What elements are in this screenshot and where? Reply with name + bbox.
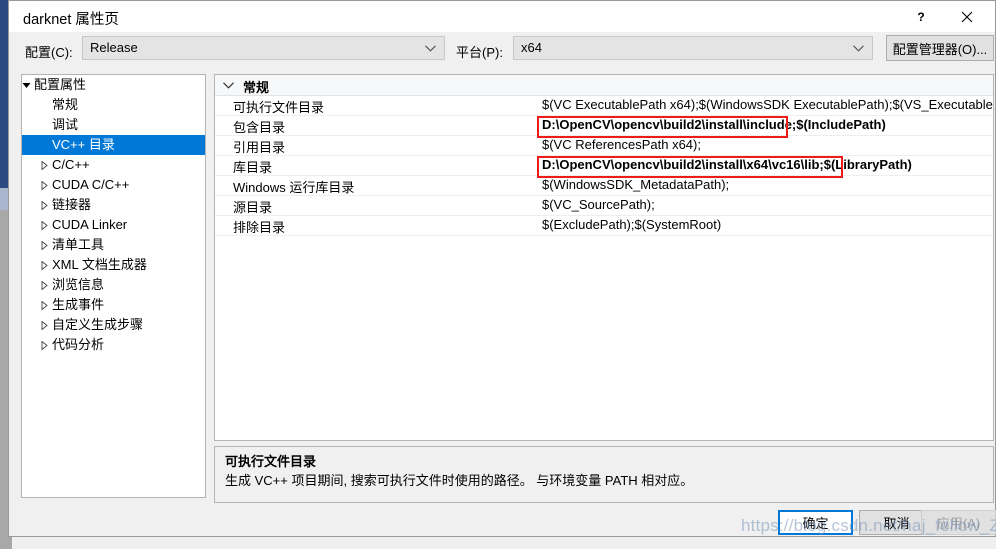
configuration-label: 配置(C): <box>25 45 73 60</box>
svg-text:?: ? <box>917 10 924 24</box>
platform-dropdown[interactable]: x64 <box>513 36 873 60</box>
grid-row[interactable]: 包含目录 D:\OpenCV\opencv\build2\install\incl… <box>215 116 993 136</box>
chevron-down-icon <box>425 45 436 52</box>
grid-row-value[interactable]: $(ExcludePath);$(SystemRoot) <box>542 217 721 232</box>
tree-expander-collapsed-icon[interactable] <box>40 341 49 350</box>
grid-row[interactable]: 引用目录 $(VC ReferencesPath x64); <box>215 136 993 156</box>
title-bar: darknet 属性页 ? <box>9 1 995 32</box>
tree-expander-collapsed-icon[interactable] <box>40 181 49 190</box>
window-title: darknet 属性页 <box>23 12 119 28</box>
grid-row-name: Windows 运行库目录 <box>233 180 355 195</box>
tree-expander-collapsed-icon[interactable] <box>40 281 49 290</box>
grid-row[interactable]: 源目录 $(VC_SourcePath); <box>215 196 993 216</box>
tree-item-9[interactable]: XML 文档生成器 <box>22 255 205 275</box>
grid-section-title: 常规 <box>243 80 270 95</box>
ok-button[interactable]: 确定 <box>778 510 853 535</box>
tree-item-4[interactable]: C/C++ <box>22 155 205 175</box>
tree-item-0[interactable]: 配置属性 <box>22 75 205 95</box>
tree-item-label: 代码分析 <box>52 337 105 352</box>
grid-section-header[interactable]: 常规 <box>215 75 993 96</box>
description-panel: 可执行文件目录 生成 VC++ 项目期间, 搜索可执行文件时使用的路径。 与环境… <box>214 446 994 503</box>
tree-expander-collapsed-icon[interactable] <box>40 161 49 170</box>
tree-item-label: 清单工具 <box>52 237 105 252</box>
question-mark-icon: ? <box>917 10 924 24</box>
grid-row-name: 排除目录 <box>233 220 286 235</box>
grid-row[interactable]: 库目录 D:\OpenCV\opencv\build2\install\x64\v… <box>215 156 993 176</box>
platform-value: x64 <box>521 40 542 55</box>
description-text: 生成 VC++ 项目期间, 搜索可执行文件时使用的路径。 与环境变量 PATH … <box>225 473 694 488</box>
tree-item-6[interactable]: 链接器 <box>22 195 205 215</box>
tree-item-label: XML 文档生成器 <box>52 257 147 272</box>
tree-item-label: C/C++ <box>52 157 90 172</box>
chevron-down-icon <box>223 82 234 89</box>
help-button[interactable]: ? <box>899 1 943 32</box>
tree-expander-collapsed-icon[interactable] <box>40 241 49 250</box>
grid-row-name: 包含目录 <box>233 120 286 135</box>
settings-tree[interactable]: 配置属性常规调试 VC++ 目录 C/C++ CUDA C/C++ 链接器 CUDA Li… <box>21 74 206 498</box>
tree-item-13[interactable]: 代码分析 <box>22 335 205 355</box>
grid-row-name: 库目录 <box>233 160 273 175</box>
tree-expander-collapsed-icon[interactable] <box>40 321 49 330</box>
tree-item-1[interactable]: 常规 <box>22 95 205 115</box>
tree-expander-collapsed-icon[interactable] <box>40 261 49 270</box>
tree-expander-expanded-icon[interactable] <box>22 81 31 90</box>
tree-expander-collapsed-icon[interactable] <box>40 301 49 310</box>
grid-row-value[interactable]: $(VC ExecutablePath x64);$(WindowsSDK Ex… <box>542 97 993 112</box>
tree-item-11[interactable]: 生成事件 <box>22 295 205 315</box>
tree-item-5[interactable]: CUDA C/C++ <box>22 175 205 195</box>
tree-item-label: 链接器 <box>52 197 92 212</box>
grid-row-name: 可执行文件目录 <box>233 100 325 115</box>
tree-item-label: 生成事件 <box>52 297 105 312</box>
tree-item-2[interactable]: 调试 <box>22 115 205 135</box>
grid-row-value[interactable]: $(WindowsSDK_MetadataPath); <box>542 177 729 192</box>
grid-row-value[interactable]: D:\OpenCV\opencv\build2\install\include;… <box>542 117 886 132</box>
grid-row-name: 引用目录 <box>233 140 286 155</box>
tree-item-10[interactable]: 浏览信息 <box>22 275 205 295</box>
grid-row-value[interactable]: D:\OpenCV\opencv\build2\install\x64\vc16… <box>542 157 912 172</box>
tree-item-3[interactable]: VC++ 目录 <box>22 135 205 155</box>
close-icon <box>961 11 973 22</box>
tree-expander-collapsed-icon[interactable] <box>40 221 49 230</box>
tree-item-7[interactable]: CUDA Linker <box>22 215 205 235</box>
platform-label: 平台(P): <box>456 45 503 60</box>
grid-row-container: 可执行文件目录 $(VC ExecutablePath x64);$(Window… <box>215 96 993 236</box>
apply-button[interactable]: 应用(A) <box>921 510 996 535</box>
configuration-value: Release <box>90 40 138 55</box>
tree-item-label: CUDA Linker <box>52 217 128 232</box>
grid-row[interactable]: Windows 运行库目录 $(WindowsSDK_MetadataPath); <box>215 176 993 196</box>
tree-item-label: 调试 <box>52 117 79 132</box>
tree-item-label: CUDA C/C++ <box>52 177 130 192</box>
tree-item-12[interactable]: 自定义生成步骤 <box>22 315 205 335</box>
grid-row-value[interactable]: $(VC_SourcePath); <box>542 197 655 212</box>
grid-row-value[interactable]: $(VC ReferencesPath x64); <box>542 137 701 152</box>
tree-item-label: 配置属性 <box>34 77 87 92</box>
configuration-manager-button[interactable]: 配置管理器(O)... <box>886 35 994 61</box>
property-grid[interactable]: 常规 可执行文件目录 $(VC ExecutablePath x64);$(Win… <box>214 74 994 441</box>
grid-row[interactable]: 排除目录 $(ExcludePath);$(SystemRoot) <box>215 216 993 236</box>
tree-item-label: 常规 <box>52 97 79 112</box>
tree-expander-collapsed-icon[interactable] <box>40 201 49 210</box>
tree-item-label: 浏览信息 <box>52 277 105 292</box>
description-title: 可执行文件目录 <box>225 454 317 469</box>
grid-row[interactable]: 可执行文件目录 $(VC ExecutablePath x64);$(Window… <box>215 96 993 116</box>
grid-row-name: 源目录 <box>233 200 273 215</box>
tree-item-label: 自定义生成步骤 <box>52 317 144 332</box>
configuration-toolbar: 配置(C): Release 平台(P): x64 配置管理器(O)... <box>9 35 995 65</box>
chevron-down-icon <box>853 45 864 52</box>
configuration-dropdown[interactable]: Release <box>82 36 445 60</box>
property-pages-dialog: darknet 属性页 ? 配置(C): Release 平台(P): x64 <box>8 0 996 537</box>
tree-item-label: VC++ 目录 <box>52 137 115 152</box>
close-button[interactable] <box>945 1 989 32</box>
tree-item-8[interactable]: 清单工具 <box>22 235 205 255</box>
